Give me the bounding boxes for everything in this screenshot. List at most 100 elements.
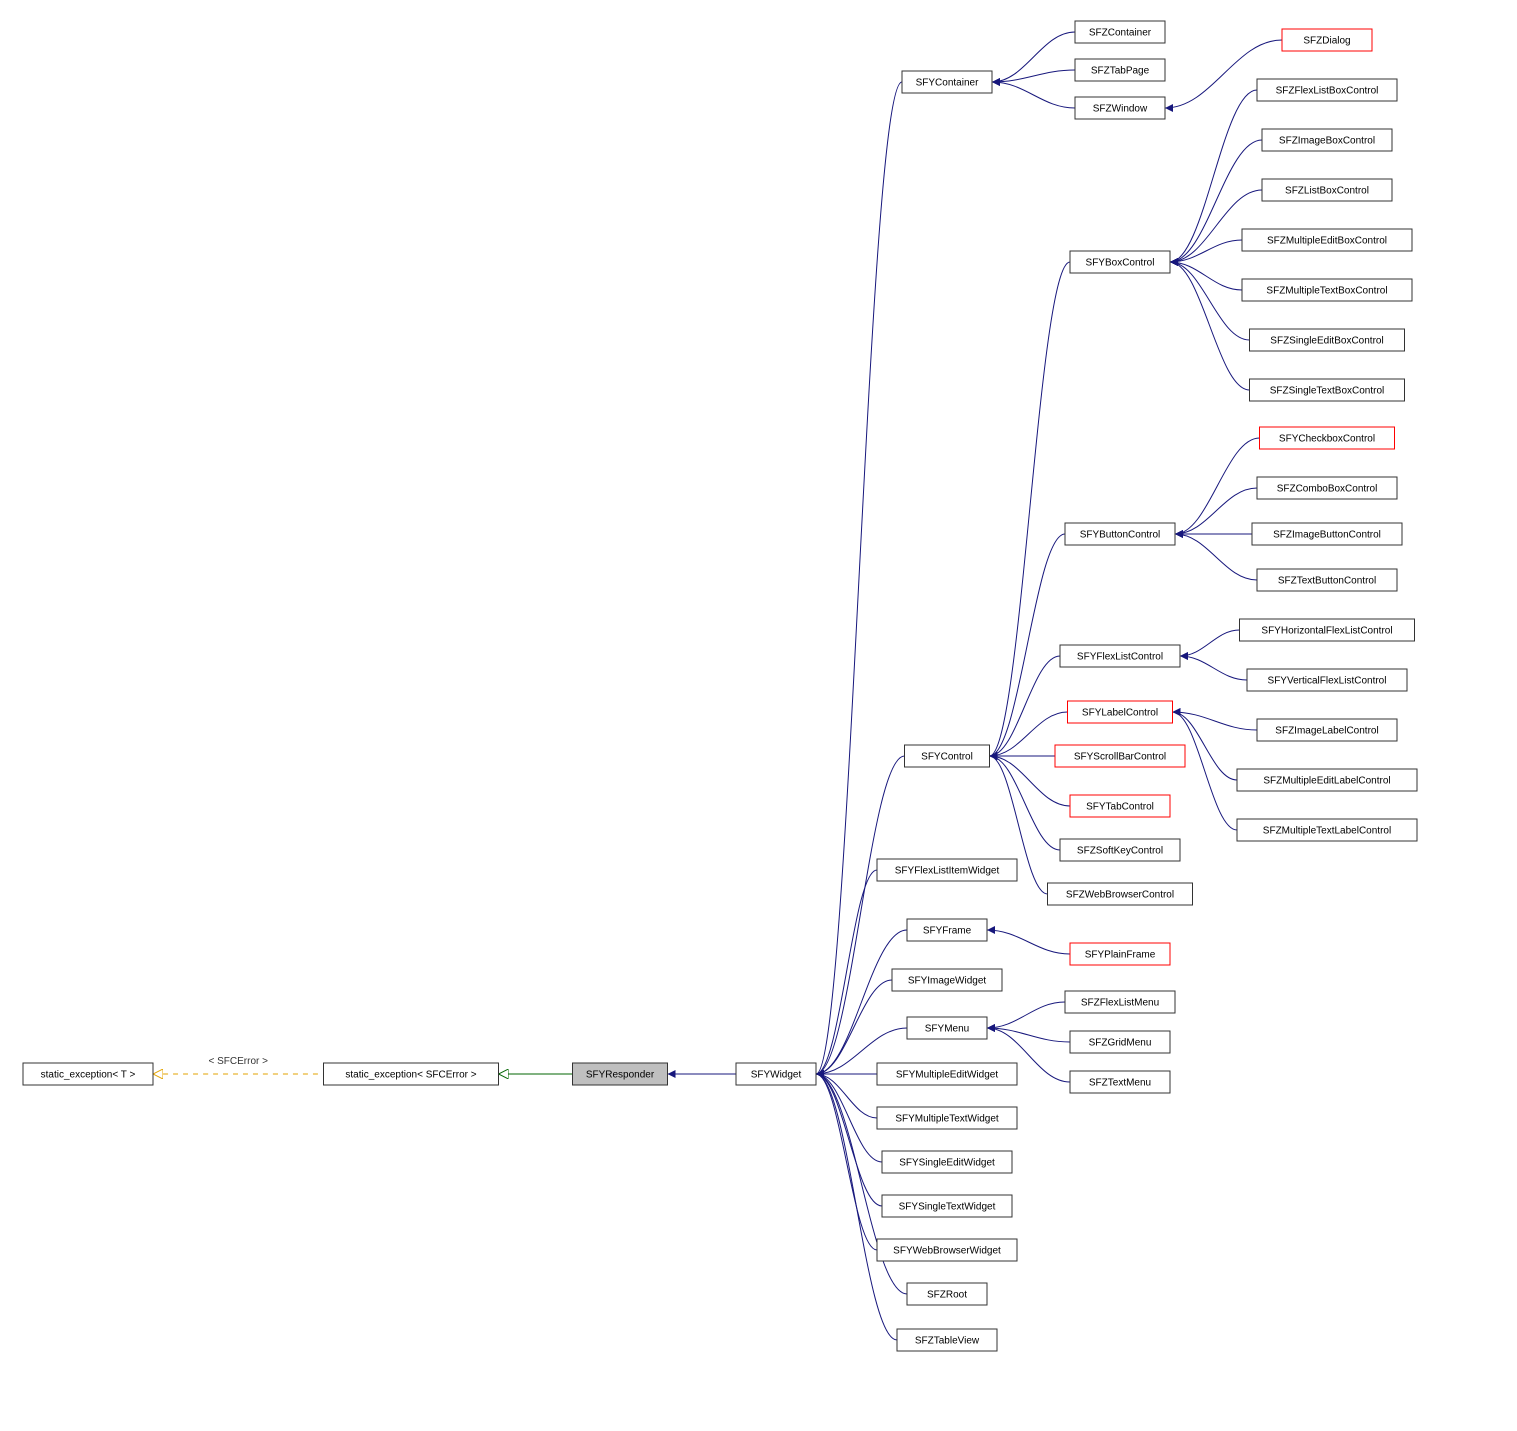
- edge-SFYButtonControl-SFYCheckboxControl: [1175, 438, 1260, 534]
- node-SFYPlainFrame[interactable]: SFYPlainFrame: [1070, 943, 1170, 965]
- node-SFYControl[interactable]: SFYControl: [905, 745, 990, 767]
- node-label: SFZListBoxControl: [1285, 186, 1369, 197]
- node-SFZImageBoxControl[interactable]: SFZImageBoxControl: [1262, 129, 1392, 151]
- node-label: SFYFlexListItemWidget: [895, 866, 1000, 877]
- node-label: SFZImageBoxControl: [1279, 136, 1375, 147]
- node-SFYScrollBarControl[interactable]: SFYScrollBarControl: [1055, 745, 1185, 767]
- node-SFZWindow[interactable]: SFZWindow: [1075, 97, 1165, 119]
- node-SFZTextMenu[interactable]: SFZTextMenu: [1070, 1071, 1170, 1093]
- node-label: SFYPlainFrame: [1085, 950, 1156, 961]
- node-SFYLabelControl[interactable]: SFYLabelControl: [1068, 701, 1173, 723]
- node-label: SFZMultipleEditBoxControl: [1267, 236, 1387, 247]
- node-SFYWebBrowserWidget[interactable]: SFYWebBrowserWidget: [877, 1239, 1017, 1261]
- node-label: SFYSingleEditWidget: [899, 1158, 995, 1169]
- edge-SFYWidget-SFYWebBrowserWidget: [816, 1074, 877, 1250]
- node-SFZComboBoxControl[interactable]: SFZComboBoxControl: [1257, 477, 1397, 499]
- node-SFZMultipleTextLabelControl[interactable]: SFZMultipleTextLabelControl: [1237, 819, 1417, 841]
- node-SFZRoot[interactable]: SFZRoot: [907, 1283, 987, 1305]
- node-label: SFYMultipleEditWidget: [896, 1070, 998, 1081]
- node-label: SFZImageButtonControl: [1273, 530, 1381, 541]
- node-SFZMultipleEditBoxControl[interactable]: SFZMultipleEditBoxControl: [1242, 229, 1412, 251]
- edge-SFYContainer-SFZContainer: [992, 32, 1075, 82]
- node-SFYCheckboxControl[interactable]: SFYCheckboxControl: [1260, 427, 1395, 449]
- node-label: SFYMenu: [925, 1024, 969, 1035]
- node-SFYMultipleTextWidget[interactable]: SFYMultipleTextWidget: [877, 1107, 1017, 1129]
- edge-SFYWidget-SFYFlexListItemWidget: [816, 870, 877, 1074]
- node-SFZWebBrowserControl[interactable]: SFZWebBrowserControl: [1048, 883, 1193, 905]
- node-label: SFYControl: [921, 752, 973, 763]
- node-SFZDialog[interactable]: SFZDialog: [1282, 29, 1372, 51]
- node-label: SFYSingleTextWidget: [899, 1202, 996, 1213]
- node-SFYImageWidget[interactable]: SFYImageWidget: [892, 969, 1002, 991]
- edge-SFYWidget-SFYSingleTextWidget: [816, 1074, 882, 1206]
- node-SFYSingleEditWidget[interactable]: SFYSingleEditWidget: [882, 1151, 1012, 1173]
- node-SFYSingleTextWidget[interactable]: SFYSingleTextWidget: [882, 1195, 1012, 1217]
- node-SFYFrame[interactable]: SFYFrame: [907, 919, 987, 941]
- node-label: SFZComboBoxControl: [1277, 484, 1378, 495]
- node-SFZGridMenu[interactable]: SFZGridMenu: [1070, 1031, 1170, 1053]
- node-staticSFC[interactable]: static_exception< SFCError >: [324, 1063, 499, 1085]
- node-label: SFYFlexListControl: [1077, 652, 1163, 663]
- node-SFZSingleTextBoxControl[interactable]: SFZSingleTextBoxControl: [1250, 379, 1405, 401]
- node-label: SFZImageLabelControl: [1275, 726, 1378, 737]
- node-label: SFYResponder: [586, 1070, 655, 1081]
- node-label: SFYScrollBarControl: [1074, 752, 1166, 763]
- node-SFZMultipleTextBoxControl[interactable]: SFZMultipleTextBoxControl: [1242, 279, 1412, 301]
- node-label: SFZDialog: [1303, 36, 1350, 47]
- node-label: SFYImageWidget: [908, 976, 987, 987]
- node-label: SFZMultipleEditLabelControl: [1263, 776, 1390, 787]
- edge-SFYControl-SFYBoxControl: [990, 262, 1071, 756]
- node-label: static_exception< T >: [41, 1070, 136, 1081]
- node-label: SFZWebBrowserControl: [1066, 890, 1174, 901]
- edge-SFYContainer-SFZTabPage: [992, 70, 1075, 82]
- edge-SFYWidget-SFYSingleEditWidget: [816, 1074, 882, 1162]
- node-SFZListBoxControl[interactable]: SFZListBoxControl: [1262, 179, 1392, 201]
- node-label: SFYTabControl: [1086, 802, 1154, 813]
- node-label: SFYWebBrowserWidget: [893, 1246, 1001, 1257]
- node-label: SFYButtonControl: [1080, 530, 1161, 541]
- node-SFZSoftKeyControl[interactable]: SFZSoftKeyControl: [1060, 839, 1180, 861]
- node-SFYContainer[interactable]: SFYContainer: [902, 71, 992, 93]
- edge-SFYWidget-SFYControl: [816, 756, 905, 1074]
- node-label: SFYMultipleTextWidget: [895, 1114, 999, 1125]
- node-SFZFlexListBoxControl[interactable]: SFZFlexListBoxControl: [1257, 79, 1397, 101]
- node-SFZMultipleEditLabelControl[interactable]: SFZMultipleEditLabelControl: [1237, 769, 1417, 791]
- node-SFYResponder[interactable]: SFYResponder: [573, 1063, 668, 1085]
- node-SFZTabPage[interactable]: SFZTabPage: [1075, 59, 1165, 81]
- node-SFYBoxControl[interactable]: SFYBoxControl: [1070, 251, 1170, 273]
- edge-SFYMenu-SFZGridMenu: [987, 1028, 1070, 1042]
- node-SFZImageLabelControl[interactable]: SFZImageLabelControl: [1257, 719, 1397, 741]
- node-SFZImageButtonControl[interactable]: SFZImageButtonControl: [1252, 523, 1402, 545]
- inheritance-diagram: < SFCError > static_exception< T > static…: [0, 0, 1517, 1431]
- node-label: SFZSoftKeyControl: [1077, 846, 1163, 857]
- node-SFYHorizontalFlexListControl[interactable]: SFYHorizontalFlexListControl: [1240, 619, 1415, 641]
- node-label: static_exception< SFCError >: [345, 1070, 476, 1081]
- node-label: SFZWindow: [1093, 104, 1148, 115]
- node-SFYFlexListControl[interactable]: SFYFlexListControl: [1060, 645, 1180, 667]
- edge-SFYLabelControl-SFZMultipleTextLabelControl: [1173, 712, 1238, 830]
- edge-SFYFlexListControl-SFYHorizontalFlexListControl: [1180, 630, 1240, 656]
- edge-SFYWidget-SFYImageWidget: [816, 980, 892, 1074]
- node-SFZContainer[interactable]: SFZContainer: [1075, 21, 1165, 43]
- node-SFYFlexListItemWidget[interactable]: SFYFlexListItemWidget: [877, 859, 1017, 881]
- node-SFZFlexListMenu[interactable]: SFZFlexListMenu: [1065, 991, 1175, 1013]
- node-SFYTabControl[interactable]: SFYTabControl: [1070, 795, 1170, 817]
- node-staticT[interactable]: static_exception< T >: [23, 1063, 153, 1085]
- node-SFZSingleEditBoxControl[interactable]: SFZSingleEditBoxControl: [1250, 329, 1405, 351]
- node-SFYMultipleEditWidget[interactable]: SFYMultipleEditWidget: [877, 1063, 1017, 1085]
- edge-label-sfcerror: < SFCError >: [209, 1056, 269, 1067]
- node-label: SFZRoot: [927, 1290, 967, 1301]
- node-SFYWidget[interactable]: SFYWidget: [736, 1063, 816, 1085]
- node-label: SFZFlexListBoxControl: [1276, 86, 1379, 97]
- edge-SFYContainer-SFZWindow: [992, 82, 1075, 108]
- edge-SFYBoxControl-SFZMultipleTextBoxControl: [1170, 262, 1242, 290]
- node-SFYVerticalFlexListControl[interactable]: SFYVerticalFlexListControl: [1247, 669, 1407, 691]
- node-SFZTableView[interactable]: SFZTableView: [897, 1329, 997, 1351]
- node-label: SFYContainer: [916, 78, 979, 89]
- node-SFYMenu[interactable]: SFYMenu: [907, 1017, 987, 1039]
- node-SFZTextButtonControl[interactable]: SFZTextButtonControl: [1257, 569, 1397, 591]
- edge-SFYFrame-SFYPlainFrame: [987, 930, 1070, 954]
- edge-SFYMenu-SFZFlexListMenu: [987, 1002, 1065, 1028]
- node-SFYButtonControl[interactable]: SFYButtonControl: [1065, 523, 1175, 545]
- edge-SFYButtonControl-SFZTextButtonControl: [1175, 534, 1257, 580]
